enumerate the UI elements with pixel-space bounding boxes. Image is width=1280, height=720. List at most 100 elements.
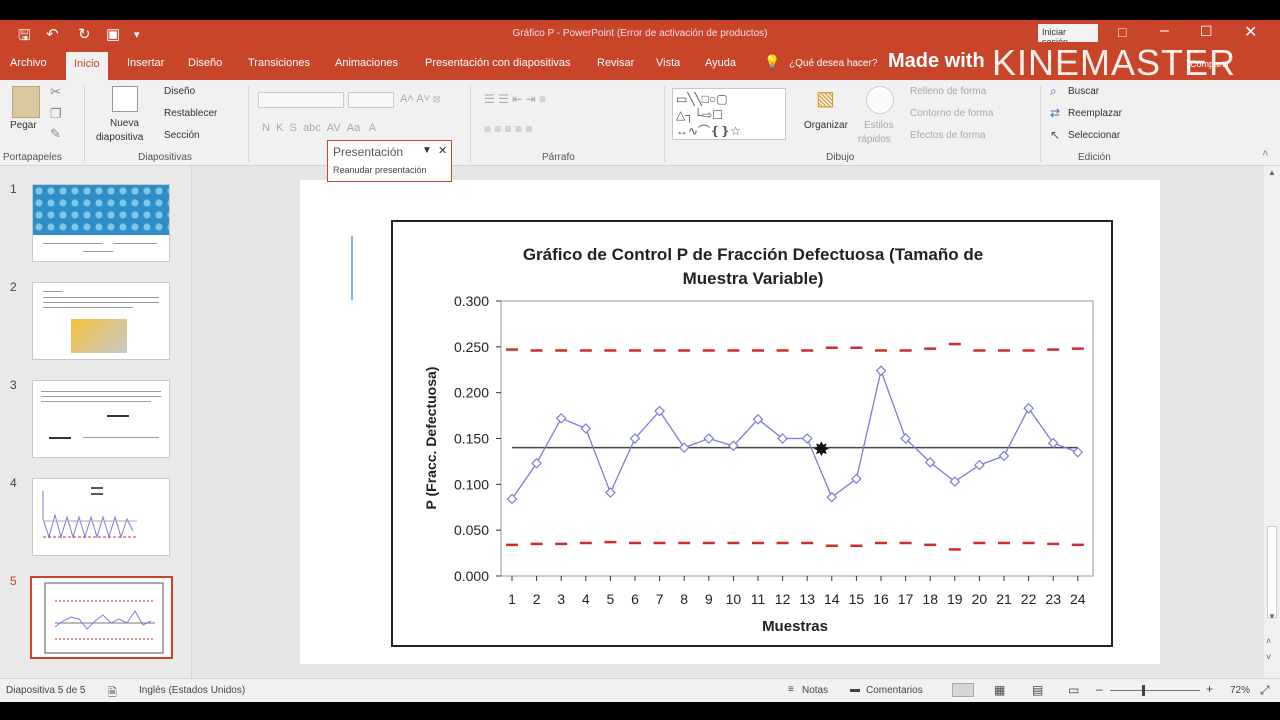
language-indicator[interactable]: Inglés (Estados Unidos) bbox=[139, 685, 245, 696]
prev-slide-icon[interactable]: ˄ bbox=[1266, 636, 1271, 646]
popup-dropdown-icon[interactable]: ▼ bbox=[422, 145, 432, 156]
start-presentation-icon[interactable]: ▣ bbox=[106, 25, 120, 43]
customize-qat-icon[interactable]: ▾ bbox=[134, 28, 140, 41]
shape-effects-button[interactable]: Efectos de forma bbox=[910, 130, 986, 141]
tab-transiciones[interactable]: Transiciones bbox=[248, 57, 310, 69]
font-size-select[interactable] bbox=[348, 92, 394, 108]
comments-icon[interactable]: ▬ bbox=[850, 684, 860, 695]
shapes-gallery[interactable]: ▭╲╲□○▢ △┐└⇨☐ ↔∿⌒❴❵☆ bbox=[672, 88, 786, 140]
ribbon-tabs: Archivo Inicio Insertar Diseño Transicio… bbox=[0, 42, 1280, 83]
font-format-icons[interactable]: N K S abc AV Aa A bbox=[262, 122, 376, 134]
copy-icon[interactable]: ❐ bbox=[50, 106, 62, 122]
x-tick-label: 12 bbox=[775, 591, 791, 607]
search-icon[interactable]: ⌕ bbox=[1050, 84, 1057, 99]
top-letterbox bbox=[0, 0, 1280, 20]
replace-button[interactable]: Reemplazar bbox=[1068, 108, 1122, 119]
font-grow-icon[interactable]: A˄ A˅ ⦻ bbox=[400, 93, 440, 106]
tell-me-search[interactable]: ¿Qué desea hacer? bbox=[789, 58, 877, 69]
zoom-slider-thumb[interactable] bbox=[1142, 685, 1145, 696]
shape-outline-button[interactable]: Contorno de forma bbox=[910, 108, 993, 119]
close-icon[interactable]: ✕ bbox=[1244, 22, 1257, 42]
chart-container[interactable]: Gráfico de Control P de Fracción Defectu… bbox=[391, 220, 1113, 647]
minimize-icon[interactable]: – bbox=[1160, 22, 1169, 40]
quick-styles-label-2[interactable]: rápidos bbox=[858, 134, 891, 145]
tab-inicio[interactable]: Inicio bbox=[66, 52, 108, 80]
collapse-ribbon-icon[interactable]: ˄ bbox=[1262, 148, 1268, 160]
zoom-level[interactable]: 72% bbox=[1230, 685, 1250, 696]
slideshow-view-icon[interactable]: ▭ bbox=[1068, 683, 1079, 697]
zoom-out-icon[interactable]: – bbox=[1096, 682, 1103, 696]
reading-view-icon[interactable]: ▤ bbox=[1032, 683, 1043, 697]
y-axis-label: P (Fracc. Defectuosa) bbox=[423, 367, 439, 510]
resume-presentation-link[interactable]: Reanudar presentación bbox=[333, 165, 427, 175]
comments-button[interactable]: Comentarios bbox=[866, 685, 923, 696]
paste-icon[interactable] bbox=[12, 86, 40, 118]
select-button[interactable]: Seleccionar bbox=[1068, 130, 1120, 141]
redo-icon[interactable]: ↻ bbox=[78, 25, 91, 43]
new-slide-icon[interactable] bbox=[112, 86, 138, 112]
arrange-button[interactable]: Organizar bbox=[804, 120, 848, 131]
slide-thumbnail-5[interactable] bbox=[30, 576, 173, 659]
tab-revisar[interactable]: Revisar bbox=[597, 57, 634, 69]
fit-to-window-icon[interactable]: ⤢ bbox=[1260, 683, 1270, 698]
notes-button[interactable]: Notas bbox=[802, 685, 828, 696]
new-slide-label-2[interactable]: diapositiva bbox=[96, 132, 143, 143]
tab-archivo[interactable]: Archivo bbox=[10, 57, 47, 69]
x-tick-label: 5 bbox=[607, 591, 615, 607]
shape-fill-button[interactable]: Relleno de forma bbox=[910, 86, 986, 97]
quick-styles-label-1[interactable]: Estilos bbox=[864, 120, 893, 131]
find-button[interactable]: Buscar bbox=[1068, 86, 1099, 97]
save-icon[interactable]: 🖫 bbox=[18, 25, 31, 50]
bullets-icon[interactable]: ☰ ☰ ⇤ ⇥ ≡ bbox=[484, 92, 546, 106]
slide-thumbnail-4[interactable] bbox=[32, 478, 170, 556]
undo-icon[interactable]: ↶ bbox=[46, 25, 59, 43]
next-slide-icon[interactable]: ˅ bbox=[1266, 652, 1271, 662]
tab-insertar[interactable]: Insertar bbox=[127, 57, 164, 69]
cut-icon[interactable]: ✂ bbox=[50, 84, 61, 100]
vertical-scrollbar[interactable]: ▲ ▼ ˄ ˅ bbox=[1264, 166, 1280, 678]
x-tick-label: 22 bbox=[1021, 591, 1037, 607]
zoom-in-icon[interactable]: + bbox=[1206, 682, 1213, 696]
sign-in-button[interactable]: Iniciar sesión bbox=[1038, 24, 1098, 42]
new-slide-label-1[interactable]: Nueva bbox=[110, 118, 139, 129]
arrange-icon[interactable]: ▧ bbox=[816, 86, 835, 111]
slide-number: 5 bbox=[10, 574, 17, 588]
sorter-view-icon[interactable]: ▦ bbox=[994, 683, 1005, 697]
ribbon-display-icon[interactable]: □ bbox=[1118, 24, 1126, 40]
tab-presentacion[interactable]: Presentación con diapositivas bbox=[425, 57, 571, 69]
share-button[interactable]: Compartir bbox=[1190, 59, 1230, 69]
replace-icon[interactable]: ⇄ bbox=[1050, 106, 1060, 120]
format-painter-icon[interactable]: ✎ bbox=[50, 126, 61, 142]
scroll-down-icon[interactable]: ▼ bbox=[1268, 612, 1276, 621]
tab-diseno[interactable]: Diseño bbox=[188, 57, 222, 69]
presentation-popup[interactable]: Presentación ▼ ✕ Reanudar presentación bbox=[327, 140, 452, 182]
normal-view-icon[interactable] bbox=[952, 683, 974, 697]
slide-thumbnail-1[interactable] bbox=[32, 184, 170, 262]
scrollbar-thumb[interactable] bbox=[1267, 526, 1277, 618]
paste-button[interactable]: Pegar bbox=[10, 120, 37, 131]
slide-thumbnail-3[interactable] bbox=[32, 380, 170, 458]
tab-ayuda[interactable]: Ayuda bbox=[705, 57, 736, 69]
align-icons[interactable]: ≡ ≡ ≡ ≡ ≡ bbox=[484, 122, 532, 136]
maximize-icon[interactable]: ☐ bbox=[1200, 23, 1213, 40]
thumbnail-text-line bbox=[43, 302, 159, 303]
select-icon[interactable]: ↖ bbox=[1050, 128, 1060, 142]
clipboard-group-label: Portapapeles bbox=[3, 152, 62, 163]
quick-styles-icon[interactable] bbox=[866, 86, 894, 114]
font-family-select[interactable] bbox=[258, 92, 344, 108]
section-button[interactable]: Sección bbox=[164, 130, 200, 141]
slide-thumbnail-2[interactable] bbox=[32, 282, 170, 360]
tab-vista[interactable]: Vista bbox=[656, 57, 680, 69]
zoom-slider[interactable] bbox=[1110, 690, 1200, 691]
reset-button[interactable]: Restablecer bbox=[164, 108, 217, 119]
spellcheck-icon[interactable]: 🗎 bbox=[108, 684, 117, 703]
thumbnail-text-line bbox=[41, 401, 151, 402]
popup-close-icon[interactable]: ✕ bbox=[438, 144, 447, 157]
tab-animaciones[interactable]: Animaciones bbox=[335, 57, 398, 69]
notes-icon[interactable]: ≡ bbox=[788, 684, 794, 695]
x-tick-label: 9 bbox=[705, 591, 713, 607]
thumbnail-text-line bbox=[41, 391, 161, 392]
layout-button[interactable]: Diseño bbox=[164, 86, 195, 97]
scroll-up-icon[interactable]: ▲ bbox=[1268, 168, 1276, 177]
x-tick-label: 6 bbox=[631, 591, 639, 607]
